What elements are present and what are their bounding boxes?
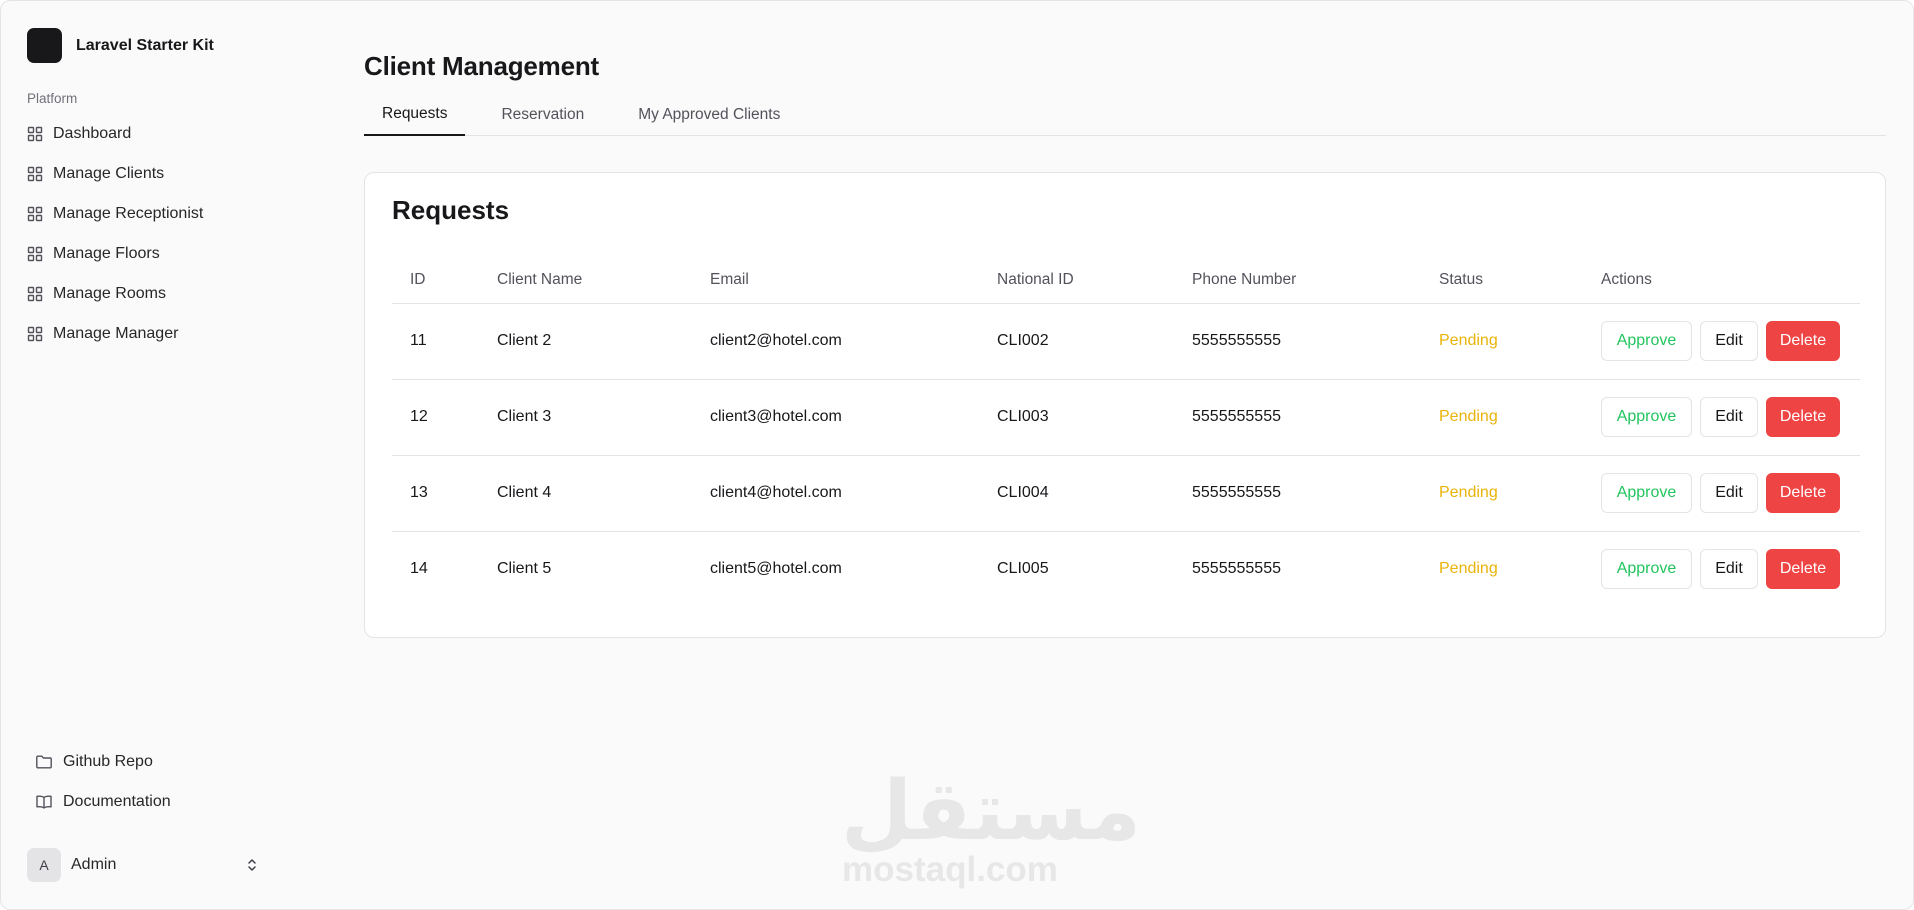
- card-title: Requests: [392, 195, 510, 225]
- grid-icon: [27, 206, 43, 222]
- watermark-arabic: مستقل: [841, 764, 1143, 859]
- sidebar-item-label: Manage Floors: [53, 245, 160, 262]
- grid-icon: [27, 126, 43, 142]
- app-name: Laravel Starter Kit: [76, 36, 214, 54]
- app-window: Laravel Starter Kit Platform Dashboard M…: [0, 0, 1914, 910]
- sidebar: Laravel Starter Kit Platform Dashboard M…: [1, 1, 291, 909]
- cell-email: client4@hotel.com: [692, 455, 979, 532]
- github-repo-link[interactable]: Github Repo: [35, 742, 275, 782]
- book-icon: [36, 795, 52, 809]
- avatar: A: [27, 848, 61, 882]
- grid-icon: [27, 166, 43, 182]
- cell-id: 14: [410, 560, 428, 578]
- sidebar-item-manage-rooms[interactable]: Manage Rooms: [27, 274, 277, 314]
- cell-national-id: CLI003: [979, 379, 1174, 456]
- cell-actions: Approve Edit Delete: [1583, 531, 1860, 607]
- table-row: 14 Client 5 client5@hotel.com CLI005 555…: [392, 531, 1860, 607]
- sidebar-item-manage-manager[interactable]: Manage Manager: [27, 314, 277, 354]
- cell-national-id: CLI005: [997, 560, 1049, 578]
- column-header-phone-number: Phone Number: [1174, 257, 1421, 304]
- edit-button[interactable]: Edit: [1700, 321, 1758, 361]
- status-badge: Pending: [1439, 560, 1498, 578]
- sidebar-item-label: Dashboard: [53, 125, 132, 142]
- cell-phone: 5555555555: [1174, 379, 1421, 456]
- documentation-label: Documentation: [63, 793, 171, 810]
- column-header-status: Status: [1421, 257, 1583, 304]
- watermark-latin: mostaql.com: [842, 850, 1058, 889]
- sidebar-item-manage-receptionist[interactable]: Manage Receptionist: [27, 194, 277, 234]
- status-badge: Pending: [1421, 455, 1583, 532]
- edit-button[interactable]: Edit: [1700, 549, 1758, 590]
- folder-icon: [36, 755, 52, 769]
- cell-id: 12: [392, 379, 479, 456]
- table-header-row: ID Client Name Email National ID Phone N…: [392, 257, 1860, 304]
- cell-national-id: CLI002: [979, 303, 1174, 380]
- tab-my-approved-clients[interactable]: My Approved Clients: [620, 99, 798, 136]
- requests-table: ID Client Name Email National ID Phone N…: [392, 257, 1860, 607]
- sidebar-nav: Dashboard Manage Clients Manage Receptio…: [27, 114, 277, 354]
- cell-client-name: Client 5: [497, 560, 552, 578]
- sidebar-item-label: Manage Receptionist: [53, 205, 204, 222]
- sidebar-item-label: Manage Clients: [53, 165, 165, 182]
- grid-icon: [27, 286, 43, 302]
- cell-id: 13: [392, 455, 479, 532]
- cell-email: client2@hotel.com: [692, 303, 979, 380]
- sidebar-item-manage-floors[interactable]: Manage Floors: [27, 234, 277, 274]
- cell-phone: 5555555555: [1174, 455, 1421, 532]
- grid-icon: [27, 326, 43, 342]
- cell-actions: Approve Edit Delete: [1583, 303, 1860, 380]
- cell-phone: 5555555555: [1192, 560, 1281, 578]
- cell-actions: Approve Edit Delete: [1583, 455, 1860, 532]
- sidebar-item-label: Manage Rooms: [53, 285, 166, 302]
- status-badge: Pending: [1421, 379, 1583, 456]
- requests-card: Requests ID Client Name Email National I…: [364, 172, 1886, 638]
- status-badge: Pending: [1421, 303, 1583, 380]
- cell-actions: Approve Edit Delete: [1583, 379, 1860, 456]
- cell-client-name: Client 2: [479, 303, 692, 380]
- cell-id: 11: [392, 303, 479, 380]
- approve-button[interactable]: Approve: [1601, 397, 1692, 437]
- table-row: 13 Client 4 client4@hotel.com CLI004 555…: [392, 455, 1860, 532]
- delete-button[interactable]: Delete: [1766, 397, 1840, 437]
- column-header-email: Email: [692, 257, 979, 304]
- approve-button[interactable]: Approve: [1601, 321, 1692, 361]
- column-header-client-name: Client Name: [479, 257, 692, 304]
- tab-reservation[interactable]: Reservation: [483, 99, 602, 136]
- sidebar-footer-links: Github Repo Documentation: [35, 742, 275, 822]
- brand[interactable]: Laravel Starter Kit: [27, 28, 214, 63]
- column-header-actions: Actions: [1583, 257, 1860, 304]
- cell-national-id: CLI004: [979, 455, 1174, 532]
- cell-client-name: Client 3: [479, 379, 692, 456]
- chevrons-up-down-icon: [248, 859, 256, 871]
- sidebar-item-dashboard[interactable]: Dashboard: [27, 114, 277, 154]
- grid-icon: [27, 246, 43, 262]
- user-menu[interactable]: A Admin: [27, 847, 259, 883]
- delete-button[interactable]: Delete: [1766, 549, 1840, 590]
- documentation-link[interactable]: Documentation: [35, 782, 275, 822]
- cell-client-name: Client 4: [479, 455, 692, 532]
- column-header-national-id: National ID: [979, 257, 1174, 304]
- app-logo: [27, 28, 62, 63]
- cell-phone: 5555555555: [1174, 303, 1421, 380]
- sidebar-item-label: Manage Manager: [53, 325, 179, 342]
- nav-group-label: Platform: [27, 91, 78, 106]
- approve-button[interactable]: Approve: [1601, 473, 1692, 513]
- page-title: Client Management: [364, 51, 599, 81]
- table-row: 11 Client 2 client2@hotel.com CLI002 555…: [392, 303, 1860, 380]
- cell-email: client3@hotel.com: [692, 379, 979, 456]
- tab-requests[interactable]: Requests: [364, 99, 466, 136]
- delete-button[interactable]: Delete: [1766, 473, 1840, 513]
- tab-bar: Requests Reservation My Approved Clients: [364, 99, 1886, 136]
- user-name: Admin: [71, 856, 117, 873]
- column-header-id: ID: [392, 257, 479, 304]
- github-repo-label: Github Repo: [63, 753, 153, 770]
- delete-button[interactable]: Delete: [1766, 321, 1840, 361]
- edit-button[interactable]: Edit: [1700, 473, 1758, 513]
- edit-button[interactable]: Edit: [1700, 397, 1758, 437]
- cell-email: client5@hotel.com: [710, 560, 842, 578]
- table-row: 12 Client 3 client3@hotel.com CLI003 555…: [392, 379, 1860, 456]
- approve-button[interactable]: Approve: [1601, 549, 1692, 590]
- sidebar-item-manage-clients[interactable]: Manage Clients: [27, 154, 277, 194]
